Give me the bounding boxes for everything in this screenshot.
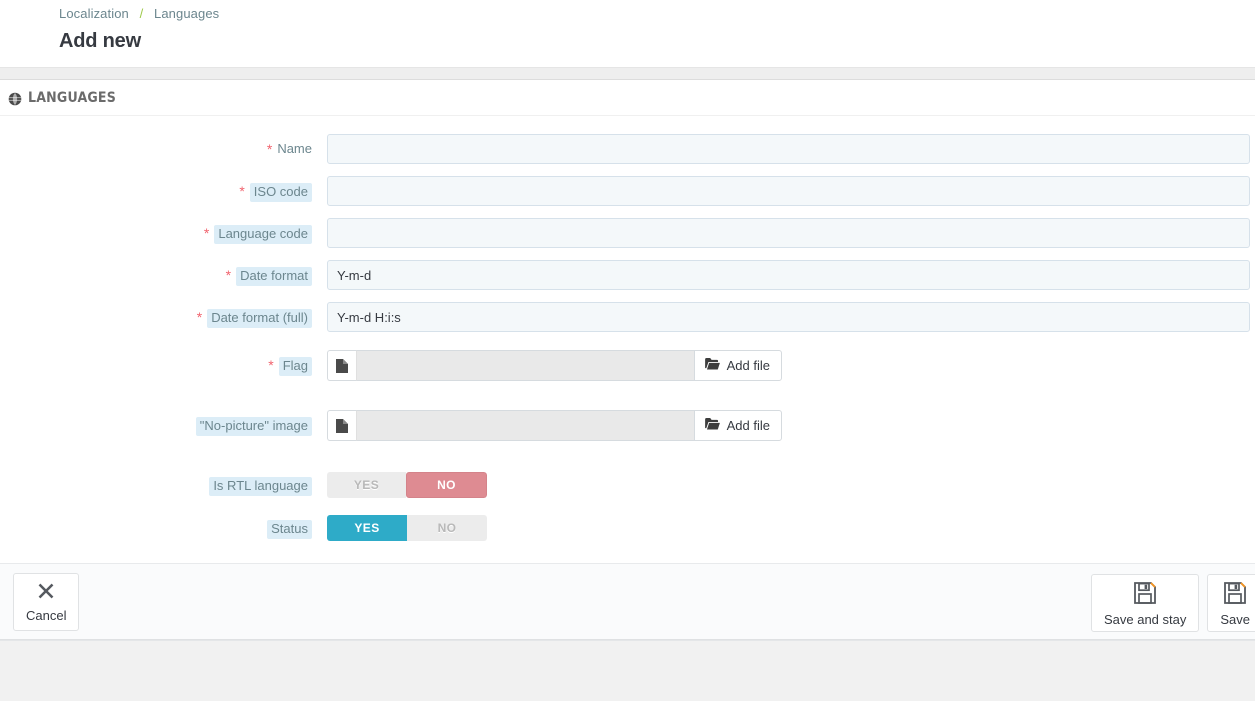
languages-panel: LANGUAGES * Name * ISO code * Language c… [0,80,1255,641]
label-text-date-format: Date format [236,267,312,286]
save-and-stay-button[interactable]: Save and stay [1090,574,1200,632]
required-marker: * [268,357,274,373]
label-text-date-format-full: Date format (full) [207,309,312,328]
name-input[interactable] [327,134,1250,164]
no-picture-add-file-label: Add file [726,418,770,433]
field-date-format-full [312,302,1255,332]
label-status: Status [0,515,312,539]
cancel-button-label: Cancel [26,607,67,623]
field-status: YES NO [312,515,1255,541]
form-row-date-format: * Date format [0,260,1255,290]
form-row-name: * Name [0,134,1255,164]
label-text-name: Name [277,141,312,156]
save-and-stay-label: Save and stay [1103,611,1187,627]
label-date-format: * Date format [0,260,312,286]
field-no-picture-image: Add file [312,410,1255,441]
field-is-rtl-language: YES NO [312,472,1255,498]
field-language-code [312,218,1255,248]
close-x-icon [37,582,55,604]
form-row-date-format-full: * Date format (full) [0,302,1255,332]
breadcrumb-item-localization[interactable]: Localization [59,6,129,21]
save-floppy-icon [1223,581,1247,608]
flag-file-group: Add file [327,350,782,381]
no-picture-add-file-button[interactable]: Add file [693,410,782,441]
field-name [312,134,1255,164]
label-text-flag: Flag [278,357,312,376]
breadcrumb: Localization / Languages [0,6,1255,22]
status-no-option[interactable]: NO [407,515,487,541]
date-format-full-input[interactable] [327,302,1250,332]
label-flag: * Flag [0,350,312,376]
form-row-status: Status YES NO [0,515,1255,541]
page-header: Localization / Languages Add new [0,0,1255,67]
breadcrumb-item-languages[interactable]: Languages [154,6,219,21]
label-text-language-code: Language code [214,225,312,244]
cancel-button[interactable]: Cancel [13,572,80,631]
field-flag: Add file [312,350,1255,381]
iso-code-input[interactable] [327,176,1250,206]
label-text-status: Status [267,520,312,539]
label-text-is-rtl-language: Is RTL language [209,477,312,496]
form-row-no-picture-image: "No-picture" image Add file [0,410,1255,441]
is-rtl-language-switch[interactable]: YES NO [327,472,487,498]
required-marker: * [225,267,232,283]
form-row-flag: * Flag Add file [0,350,1255,381]
no-picture-file-group: Add file [327,410,782,441]
breadcrumb-separator: / [139,6,144,21]
save-button[interactable]: Save [1207,574,1255,632]
field-iso-code [312,176,1255,206]
label-is-rtl-language: Is RTL language [0,472,312,496]
panel-body: * Name * ISO code * Language code * Date… [0,116,1255,563]
language-code-input[interactable] [327,218,1250,248]
label-text-no-picture-image: "No-picture" image [195,417,312,436]
footer-primary-actions: Save and stay Save [1090,574,1255,632]
file-icon [327,350,356,381]
required-marker: * [203,225,210,241]
folder-open-icon [704,358,720,373]
required-marker: * [196,309,203,325]
is-rtl-no-option[interactable]: NO [406,472,487,498]
folder-open-icon [704,418,720,433]
label-language-code: * Language code [0,218,312,244]
flag-add-file-button[interactable]: Add file [693,350,782,381]
label-iso-code: * ISO code [0,176,312,202]
form-row-is-rtl-language: Is RTL language YES NO [0,472,1255,498]
panel-title: LANGUAGES [28,90,117,106]
required-marker: * [266,141,273,157]
label-date-format-full: * Date format (full) [0,302,312,328]
label-text-iso-code: ISO code [249,183,312,202]
panel-heading: LANGUAGES [0,80,1255,116]
save-floppy-icon [1133,581,1157,608]
file-icon [327,410,356,441]
header-divider [0,67,1255,80]
flag-file-display[interactable] [356,350,694,381]
date-format-input[interactable] [327,260,1250,290]
no-picture-file-display[interactable] [356,410,694,441]
flag-add-file-label: Add file [726,358,770,373]
form-footer-toolbar: Cancel Save and stay Save [0,563,1255,640]
required-marker: * [239,183,245,199]
save-button-label: Save [1220,611,1250,627]
status-yes-option[interactable]: YES [327,515,407,541]
field-date-format [312,260,1255,290]
form-row-iso-code: * ISO code [0,176,1255,206]
is-rtl-yes-option[interactable]: YES [327,472,406,498]
page-title: Add new [59,30,141,52]
label-name: * Name [0,134,312,157]
label-no-picture-image: "No-picture" image [0,410,312,436]
form-row-language-code: * Language code [0,218,1255,248]
globe-icon [8,92,22,106]
status-switch[interactable]: YES NO [327,515,487,541]
